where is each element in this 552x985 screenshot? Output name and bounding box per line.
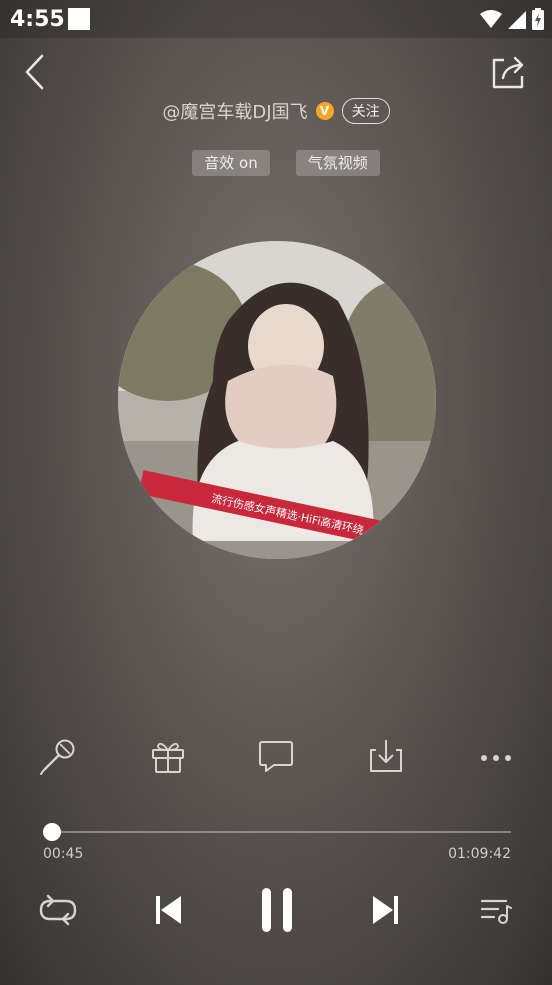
sound-effect-toggle[interactable]: 音效 on (192, 150, 270, 176)
follow-button[interactable]: 关注 (341, 98, 390, 124)
playlist-button[interactable] (474, 888, 518, 932)
playback-controls (0, 882, 552, 938)
more-icon (481, 755, 511, 761)
pause-icon (262, 888, 292, 932)
cellular-signal-icon (508, 11, 526, 29)
previous-button[interactable] (148, 888, 188, 932)
tag-row: 音效 on 气氛视频 (0, 150, 552, 176)
total-duration: 01:09:42 (448, 846, 511, 862)
share-icon (492, 56, 524, 89)
next-icon (373, 896, 398, 924)
comment-button[interactable] (253, 733, 299, 779)
album-cover[interactable]: 流行伤感女声精选·HiFi高清环绕 (118, 241, 436, 559)
artist-name[interactable]: @魔宫车载DJ国飞 (162, 98, 307, 124)
notification-icon (68, 8, 90, 30)
back-button[interactable] (12, 50, 56, 94)
pause-button[interactable] (252, 884, 302, 936)
repeat-button[interactable] (36, 888, 80, 932)
progress-thumb[interactable] (43, 823, 61, 841)
artist-row: @魔宫车载DJ国飞 V 关注 (0, 98, 552, 124)
status-time: 4:55 (10, 7, 65, 32)
microphone-icon (40, 739, 75, 775)
download-button[interactable] (363, 733, 409, 779)
gift-button[interactable] (145, 733, 191, 779)
previous-icon (156, 896, 181, 924)
vip-badge-icon: V (315, 102, 334, 120)
action-row (0, 733, 552, 779)
ambience-video-button[interactable]: 气氛视频 (295, 150, 380, 176)
playlist-icon (480, 899, 512, 924)
status-icons (480, 8, 544, 30)
wifi-icon (480, 10, 502, 28)
download-icon (370, 740, 402, 772)
karaoke-button[interactable] (35, 733, 81, 779)
next-button[interactable] (366, 888, 406, 932)
share-button[interactable] (486, 50, 530, 94)
status-bar: 4:55 (0, 0, 552, 38)
back-arrow-icon (25, 54, 44, 90)
cover-artwork: 流行伤感女声精选·HiFi高清环绕 (118, 241, 436, 559)
comment-icon (259, 741, 293, 772)
battery-icon (532, 8, 544, 30)
repeat-icon (39, 894, 77, 926)
elapsed-time: 00:45 (43, 846, 84, 862)
more-button[interactable] (473, 733, 519, 779)
gift-icon (152, 742, 184, 773)
progress-bar[interactable] (43, 823, 511, 841)
